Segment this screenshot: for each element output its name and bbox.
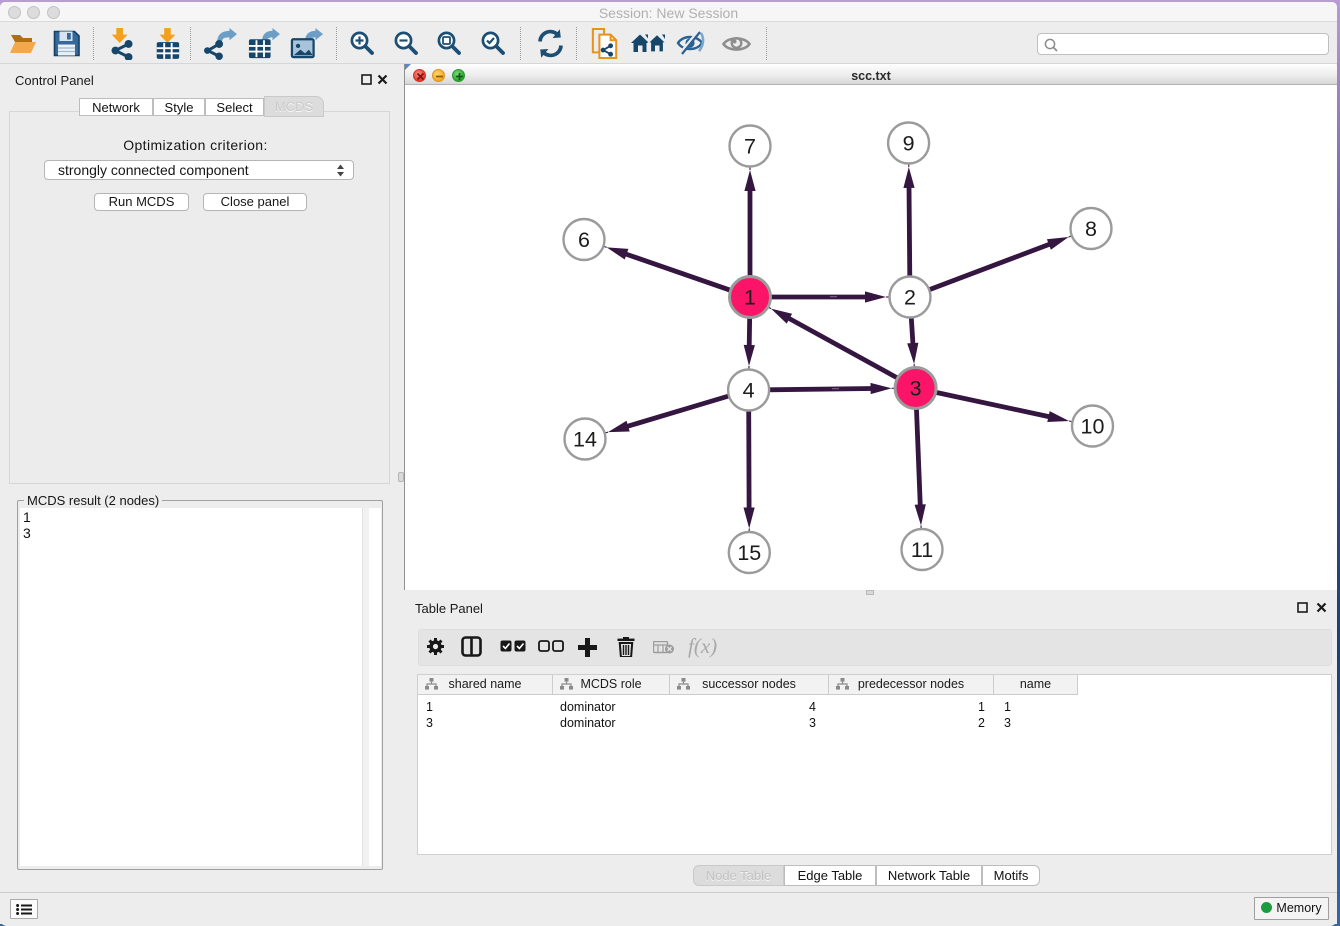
svg-text:10: 10 [1081, 414, 1105, 438]
svg-text:8: 8 [1085, 217, 1097, 241]
svg-text:15: 15 [737, 541, 761, 565]
svg-text:2: 2 [904, 285, 916, 309]
svg-text:7: 7 [744, 134, 756, 158]
svg-text:1: 1 [744, 285, 756, 309]
svg-text:6: 6 [578, 228, 590, 252]
svg-text:9: 9 [903, 131, 915, 155]
svg-text:14: 14 [573, 427, 597, 451]
svg-text:11: 11 [911, 538, 933, 562]
svg-text:4: 4 [743, 378, 755, 402]
svg-text:3: 3 [910, 376, 922, 400]
